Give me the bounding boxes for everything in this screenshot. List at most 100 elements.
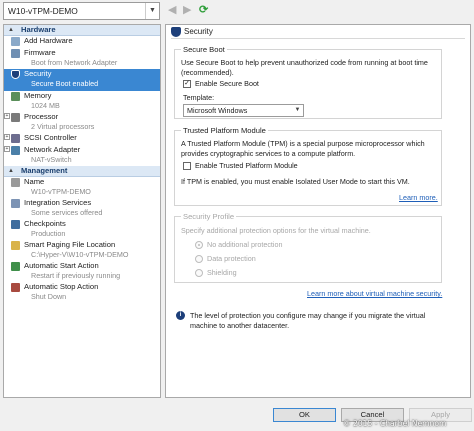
- vm-security-learn-more-link[interactable]: Learn more about virtual machine securit…: [307, 289, 442, 298]
- template-label: Template:: [183, 93, 215, 102]
- forward-arrow-icon[interactable]: ▶: [183, 3, 191, 17]
- divider: [171, 38, 465, 39]
- start-action-icon: [11, 262, 20, 271]
- firmware-icon: [11, 49, 20, 58]
- toolbar: W10-vTPM-DEMO ▼ ◀ ▶ ⟳: [0, 0, 474, 22]
- sidebar-item-detail: NAT-vSwitch: [31, 155, 72, 164]
- copyright-watermark: © 2015 - Charbel Nemnom: [343, 419, 447, 428]
- management-section-title: Management: [21, 166, 68, 175]
- sidebar-item-label: Security: [24, 69, 52, 78]
- sidebar-item-label: Automatic Stop Action: [24, 282, 99, 291]
- sidebar-item-label: Firmware: [24, 48, 56, 57]
- sidebar-item-detail: W10-vTPM-DEMO: [31, 187, 91, 196]
- sidebar-item-add-hardware[interactable]: Add Hardware: [4, 36, 160, 48]
- sidebar-item-detail: Shut Down: [31, 292, 67, 301]
- sidebar-item-label: SCSI Controller: [24, 133, 77, 142]
- tpm-description: A Trusted Platform Module (TPM) is a spe…: [181, 139, 425, 158]
- hardware-section-title: Hardware: [21, 25, 56, 34]
- name-icon: [11, 178, 20, 187]
- tpm-learn-more-link[interactable]: Learn more.: [399, 193, 438, 202]
- scsi-controller-icon: [11, 134, 20, 143]
- checkpoints-icon: [11, 220, 20, 229]
- enable-tpm-label[interactable]: Enable Trusted Platform Module: [195, 161, 298, 171]
- sidebar-item-label: Checkpoints: [24, 219, 66, 228]
- secure-boot-title: Secure Boot: [181, 45, 227, 54]
- sidebar-item-label: Network Adapter: [24, 145, 81, 154]
- vm-selector-value: W10-vTPM-DEMO: [8, 6, 78, 16]
- sidebar-item-label: Automatic Start Action: [24, 261, 99, 270]
- sidebar-item-processor[interactable]: + Processor 2 Virtual processors: [4, 112, 160, 133]
- page-title: Security: [171, 27, 213, 37]
- hardware-section-header[interactable]: ▲ Hardware: [4, 25, 160, 36]
- chevron-down-icon: ▼: [145, 3, 159, 19]
- template-value: Microsoft Windows: [187, 106, 248, 115]
- secure-boot-description: Use Secure Boot to help prevent unauthor…: [181, 58, 428, 77]
- ok-button[interactable]: OK: [273, 408, 336, 422]
- sidebar-item-scsi-controller[interactable]: + SCSI Controller: [4, 133, 160, 145]
- sidebar-item-detail: Boot from Network Adapter: [31, 58, 118, 67]
- no-additional-protection-radio[interactable]: [195, 241, 203, 249]
- sidebar-item-automatic-stop-action[interactable]: Automatic Stop Action Shut Down: [4, 282, 160, 303]
- sidebar-item-security[interactable]: Security Secure Boot enabled: [4, 69, 160, 91]
- sidebar-item-label: Memory: [24, 91, 52, 100]
- template-dropdown[interactable]: Microsoft Windows ▼: [183, 104, 304, 117]
- shielding-label[interactable]: Shielding: [207, 268, 237, 278]
- info-icon: i: [176, 311, 185, 320]
- sidebar-item-label: Add Hardware: [24, 36, 73, 45]
- sidebar-item-detail: 2 Virtual processors: [31, 122, 95, 131]
- security-profile-group: Security Profile Specify additional prot…: [174, 212, 442, 283]
- tpm-note: If TPM is enabled, you must enable Isola…: [181, 177, 410, 186]
- folder-icon: [11, 241, 20, 250]
- settings-tree: ▲ Hardware Add Hardware Firmware Boot fr…: [3, 24, 161, 398]
- sidebar-item-automatic-start-action[interactable]: Automatic Start Action Restart if previo…: [4, 261, 160, 282]
- enable-secure-boot-label[interactable]: Enable Secure Boot: [195, 79, 259, 89]
- sidebar-item-detail: Restart if previously running: [31, 271, 121, 280]
- expand-icon[interactable]: +: [4, 134, 10, 140]
- sidebar-item-checkpoints[interactable]: Checkpoints Production: [4, 219, 160, 240]
- security-settings-panel: Security Secure Boot Use Secure Boot to …: [165, 24, 471, 398]
- expand-icon[interactable]: +: [4, 113, 10, 119]
- processor-icon: [11, 113, 20, 122]
- sidebar-item-smart-paging-file-location[interactable]: Smart Paging File Location C:\Hyper-V\W1…: [4, 240, 160, 261]
- refresh-icon[interactable]: ⟳: [199, 3, 208, 17]
- expand-icon[interactable]: +: [4, 146, 10, 152]
- back-arrow-icon[interactable]: ◀: [168, 3, 176, 17]
- sidebar-item-detail: C:\Hyper-V\W10-vTPM-DEMO: [31, 250, 129, 259]
- stop-action-icon: [11, 283, 20, 292]
- tpm-group: Trusted Platform Module A Trusted Platfo…: [174, 126, 442, 206]
- add-hardware-icon: [11, 37, 20, 46]
- memory-icon: [11, 92, 20, 101]
- sidebar-item-integration-services[interactable]: Integration Services Some services offer…: [4, 198, 160, 219]
- sidebar-item-label: Processor: [24, 112, 59, 121]
- security-profile-title: Security Profile: [181, 212, 237, 221]
- sidebar-item-detail: 1024 MB: [31, 101, 60, 110]
- collapse-icon[interactable]: ▲: [8, 166, 14, 176]
- network-adapter-icon: [11, 146, 20, 155]
- sidebar-item-detail: Some services offered: [31, 208, 103, 217]
- no-additional-protection-label[interactable]: No additional protection: [207, 240, 283, 250]
- chevron-down-icon: ▼: [294, 107, 301, 113]
- security-profile-description: Specify additional protection options fo…: [181, 226, 371, 235]
- sidebar-item-detail: Secure Boot enabled: [31, 79, 99, 88]
- page-title-text: Security: [184, 27, 213, 36]
- sidebar-item-label: Name: [24, 177, 45, 186]
- sidebar-item-memory[interactable]: Memory 1024 MB: [4, 91, 160, 112]
- enable-secure-boot-checkbox[interactable]: ✓: [183, 80, 191, 88]
- management-section-header[interactable]: ▲ Management: [4, 166, 160, 177]
- shielding-radio[interactable]: [195, 269, 203, 277]
- shield-icon: [171, 27, 181, 37]
- data-protection-radio[interactable]: [195, 255, 203, 263]
- migration-info-text: The level of protection you configure ma…: [190, 311, 426, 330]
- enable-tpm-checkbox[interactable]: [183, 162, 191, 170]
- sidebar-item-detail: Production: [31, 229, 66, 238]
- sidebar-item-label: Smart Paging File Location: [24, 240, 116, 249]
- secure-boot-group: Secure Boot Use Secure Boot to help prev…: [174, 45, 442, 119]
- vm-selector-dropdown[interactable]: W10-vTPM-DEMO ▼: [3, 2, 160, 20]
- sidebar-item-firmware[interactable]: Firmware Boot from Network Adapter: [4, 48, 160, 69]
- shield-icon: [11, 70, 20, 79]
- collapse-icon[interactable]: ▲: [8, 25, 14, 35]
- sidebar-item-name[interactable]: Name W10-vTPM-DEMO: [4, 177, 160, 198]
- data-protection-label[interactable]: Data protection: [207, 254, 256, 264]
- sidebar-item-network-adapter[interactable]: + Network Adapter NAT-vSwitch: [4, 145, 160, 166]
- integration-services-icon: [11, 199, 20, 208]
